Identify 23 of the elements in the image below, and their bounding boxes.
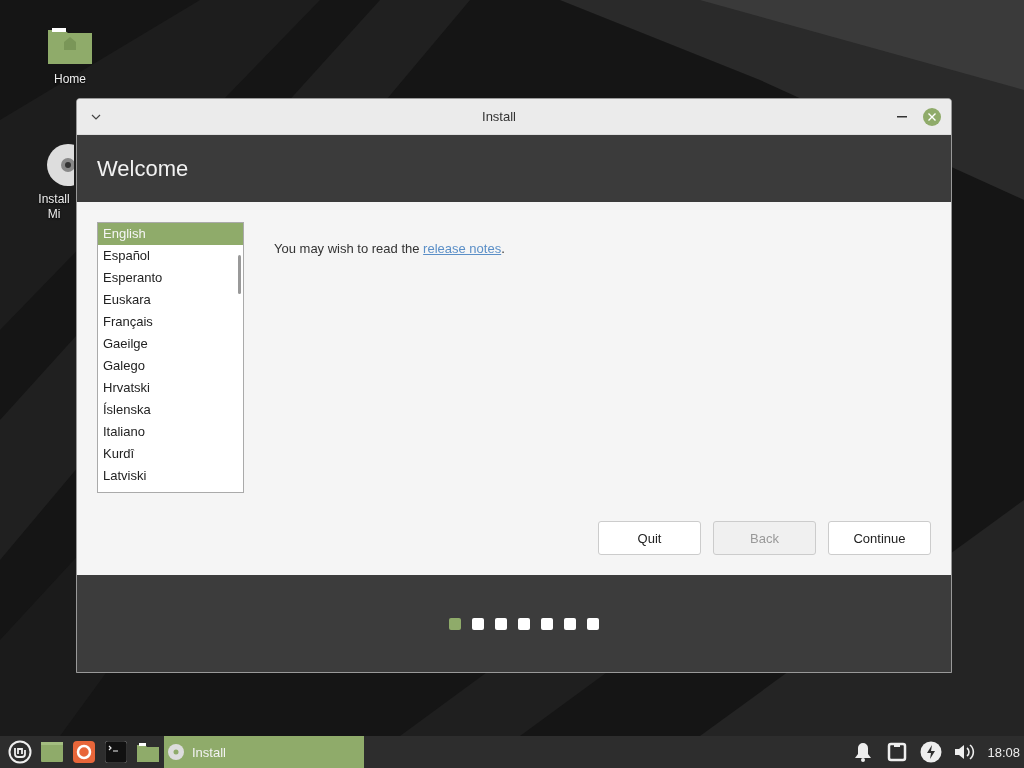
desktop-icon-label: Mi xyxy=(47,207,61,222)
browser-icon[interactable] xyxy=(73,741,95,763)
close-icon[interactable] xyxy=(923,107,941,126)
quit-button[interactable]: Quit xyxy=(598,521,701,555)
task-label: Install xyxy=(192,744,226,760)
continue-button[interactable]: Continue xyxy=(828,521,931,555)
folder-icon xyxy=(46,26,94,66)
bell-icon[interactable] xyxy=(854,742,873,762)
desktop-icon-label: Install xyxy=(38,192,70,207)
minimize-icon[interactable] xyxy=(897,115,907,118)
scrollbar-thumb[interactable] xyxy=(238,255,241,294)
page-heading: Welcome xyxy=(97,155,189,182)
chevron-down-icon[interactable] xyxy=(91,113,101,120)
power-icon[interactable] xyxy=(920,741,943,763)
clock: 18:08 xyxy=(987,744,1020,760)
release-notes-message: You may wish to read the release notes. xyxy=(274,241,505,256)
disc-icon xyxy=(168,744,184,760)
terminal-icon[interactable] xyxy=(105,741,127,763)
desktop-icon-label: Home xyxy=(54,72,86,87)
folder-icon[interactable] xyxy=(137,742,159,762)
network-icon[interactable] xyxy=(887,742,908,762)
mint-logo-icon[interactable] xyxy=(8,740,32,764)
window-title: Install xyxy=(481,109,517,124)
